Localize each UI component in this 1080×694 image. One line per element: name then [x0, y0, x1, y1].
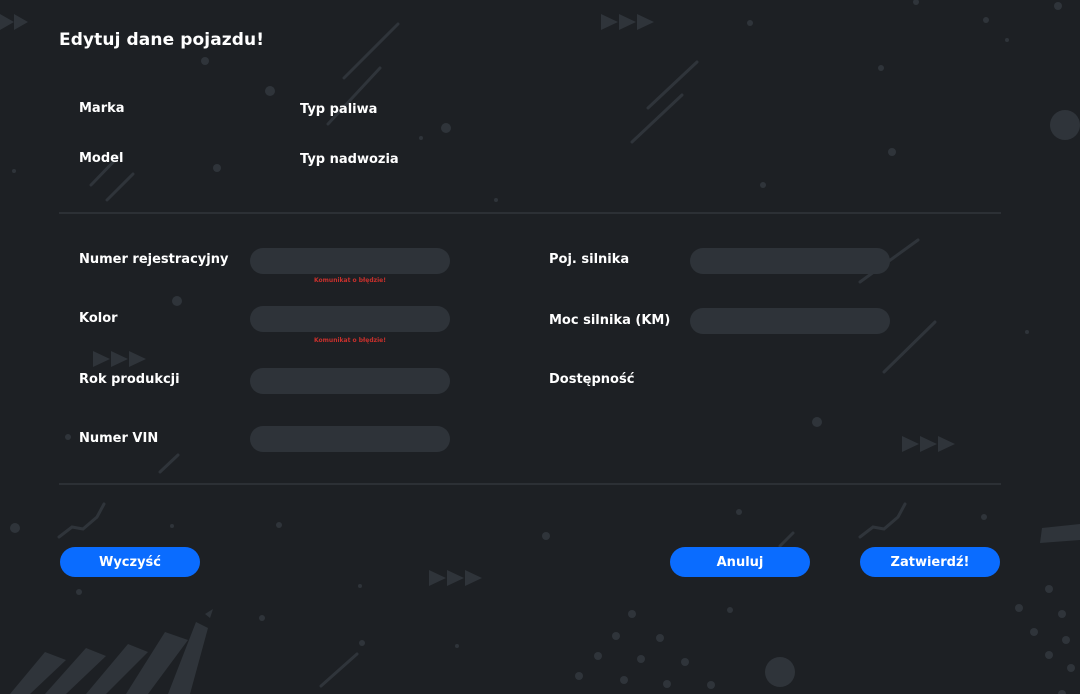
kolor-input[interactable]: [250, 306, 450, 332]
cancel-button[interactable]: Anuluj: [670, 547, 810, 577]
numer-rejestracyjny-input[interactable]: [250, 248, 450, 274]
numer-vin-label: Numer VIN: [79, 431, 159, 446]
typ-paliwa-label: Typ paliwa: [300, 102, 378, 117]
divider-top: [59, 212, 1001, 214]
submit-button[interactable]: Zatwierdź!: [860, 547, 1000, 577]
numer-vin-input[interactable]: [250, 426, 450, 452]
moc-silnika-label: Moc silnika (KM): [549, 313, 671, 328]
moc-silnika-input[interactable]: [690, 308, 890, 334]
numer-rejestracyjny-label: Numer rejestracyjny: [79, 252, 229, 267]
clear-button[interactable]: Wyczyść: [60, 547, 200, 577]
divider-bottom: [59, 483, 1001, 485]
rok-produkcji-input[interactable]: [250, 368, 450, 394]
dostepnosc-label: Dostępność: [549, 372, 635, 387]
kolor-label: Kolor: [79, 311, 118, 326]
marka-label: Marka: [79, 101, 125, 116]
poj-silnika-input[interactable]: [690, 248, 890, 274]
kolor-error: Komunikat o błędzie!: [314, 337, 386, 344]
numer-rejestracyjny-error: Komunikat o błędzie!: [314, 277, 386, 284]
model-label: Model: [79, 151, 124, 166]
edit-vehicle-form: Edytuj dane pojazdu! Marka Typ paliwa Mo…: [0, 0, 1080, 694]
poj-silnika-label: Poj. silnika: [549, 252, 630, 267]
form-title: Edytuj dane pojazdu!: [59, 30, 265, 50]
rok-produkcji-label: Rok produkcji: [79, 372, 180, 387]
typ-nadwozia-label: Typ nadwozia: [300, 152, 399, 167]
